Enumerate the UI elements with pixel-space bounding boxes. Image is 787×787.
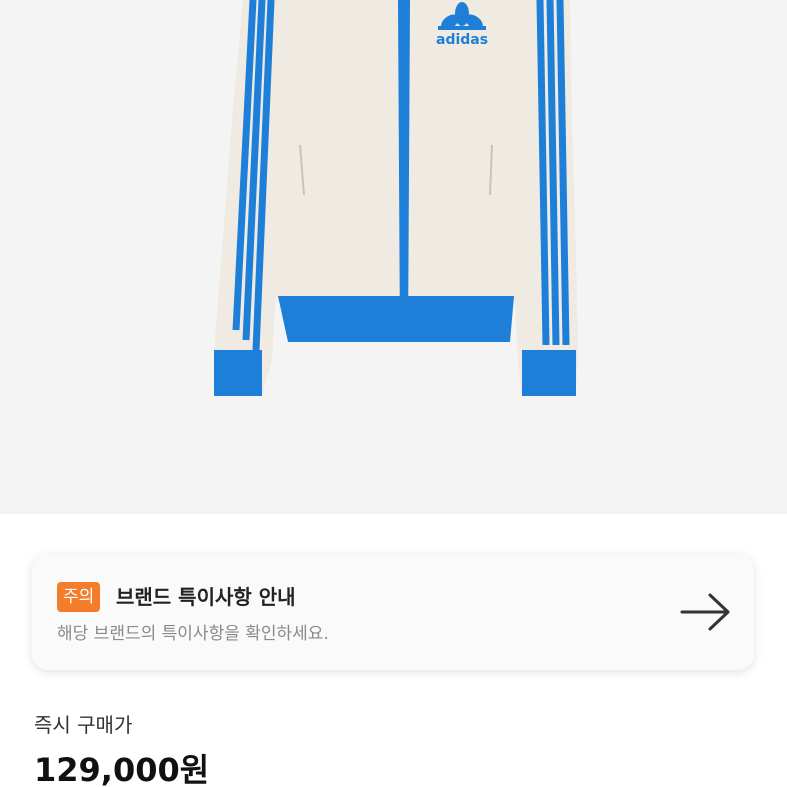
product-detail-screen: adidas 주의 브랜드 특이사항 안내 해당 브랜드의 특이사항을 확인하세… bbox=[0, 0, 787, 787]
product-image[interactable]: adidas bbox=[0, 0, 787, 514]
warning-badge: 주의 bbox=[57, 582, 101, 612]
notice-title: 브랜드 특이사항 안내 bbox=[116, 585, 296, 609]
price-value: 129,000원 bbox=[34, 751, 210, 787]
notice-subtitle: 해당 브랜드의 특이사항을 확인하세요. bbox=[57, 624, 329, 644]
arrow-right-icon[interactable] bbox=[680, 592, 732, 632]
brand-notice-card[interactable]: 주의 브랜드 특이사항 안내 해당 브랜드의 특이사항을 확인하세요. bbox=[32, 554, 754, 670]
price-label: 즉시 구매가 bbox=[34, 713, 133, 737]
brand-logo-text: adidas bbox=[436, 32, 489, 48]
track-jacket-image bbox=[214, 0, 578, 396]
